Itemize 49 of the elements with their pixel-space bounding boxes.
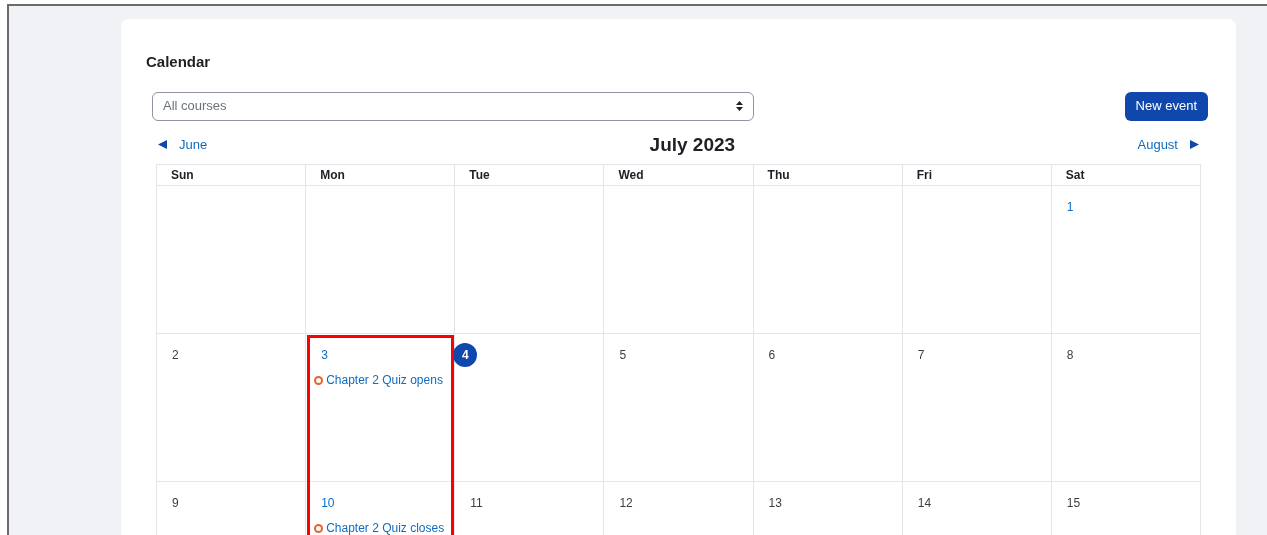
previous-month-link[interactable]: June — [158, 135, 208, 155]
month-title: July 2023 — [649, 132, 736, 157]
day-number: 12 — [618, 495, 634, 512]
event-link[interactable]: Chapter 2 Quiz opens — [314, 371, 445, 389]
day-number: 9 — [171, 495, 180, 512]
day-cell[interactable]: 1 — [1051, 186, 1201, 334]
course-select[interactable]: All courses — [152, 91, 754, 121]
weekday-header: Mon — [320, 167, 345, 184]
day-number: 7 — [916, 347, 926, 364]
day-number: 2 — [171, 347, 180, 364]
day-cell[interactable]: 8 — [1051, 334, 1201, 482]
select-value: All courses — [163, 97, 227, 116]
next-month-link[interactable]: August — [1137, 135, 1199, 155]
day-number: 11 — [469, 495, 484, 512]
day-cell[interactable]: 12 — [604, 482, 754, 535]
day-cell[interactable]: 2 — [157, 334, 307, 482]
day-cell[interactable]: 14 — [902, 482, 1052, 535]
right-arrow-icon — [1190, 140, 1199, 150]
day-number[interactable]: 3 — [316, 346, 333, 364]
day-number: 8 — [1065, 347, 1075, 364]
day-cell[interactable]: 10 Chapter 2 Quiz closes — [306, 482, 456, 535]
day-number: 13 — [767, 495, 783, 512]
day-number: 15 — [1065, 495, 1082, 512]
new-event-button[interactable]: New event — [1124, 91, 1208, 121]
day-cell[interactable]: 9 — [157, 482, 307, 535]
weekday-header: Wed — [618, 167, 644, 184]
weekday-header: Fri — [916, 167, 933, 184]
day-cell[interactable]: 3 Chapter 2 Quiz opens — [306, 334, 456, 482]
day-number: 4 — [453, 343, 478, 367]
event-link[interactable]: Chapter 2 Quiz closes — [314, 519, 445, 535]
weekday-header: Sat — [1065, 167, 1085, 184]
day-number: 5 — [618, 347, 628, 364]
day-cell[interactable]: 13 — [753, 482, 903, 535]
day-number: 6 — [767, 347, 777, 364]
day-number: 14 — [916, 495, 933, 512]
page-heading: Calendar — [146, 52, 212, 72]
day-number[interactable]: 10 — [316, 494, 340, 512]
day-number[interactable]: 1 — [1061, 198, 1079, 216]
weekday-header: Thu — [767, 167, 790, 184]
day-cell[interactable]: 4 — [455, 334, 605, 482]
day-cell[interactable]: 15 — [1051, 482, 1201, 535]
day-cell[interactable]: 11 — [455, 482, 605, 535]
day-cell[interactable]: 6 — [753, 334, 903, 482]
day-cell[interactable]: 7 — [902, 334, 1052, 482]
weekday-header: Sun — [171, 167, 194, 184]
day-cell[interactable]: 5 — [604, 334, 754, 482]
weekday-header: Tue — [469, 167, 490, 184]
select-arrows-icon — [736, 101, 743, 111]
left-arrow-icon — [158, 140, 167, 150]
